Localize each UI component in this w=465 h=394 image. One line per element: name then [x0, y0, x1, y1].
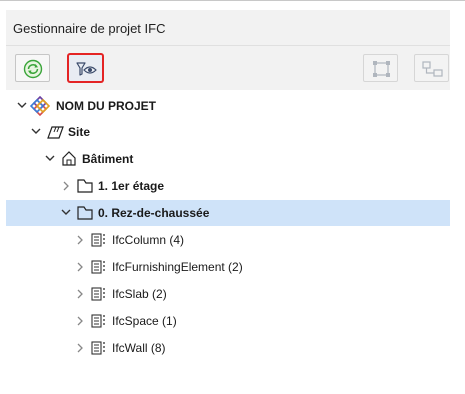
tree-row-floor1[interactable]: 1. 1er étage — [6, 173, 450, 199]
tree-label-floor0: 0. Rez-de-chaussée — [98, 206, 210, 220]
storey-icon — [77, 206, 93, 220]
refresh-icon — [23, 59, 43, 79]
ifc-class-icon — [91, 314, 105, 328]
hierarchy-button[interactable] — [414, 54, 449, 82]
tree-row-item[interactable]: IfcFurnishingElement (2) — [6, 254, 450, 280]
chevron-down-icon[interactable] — [16, 93, 28, 119]
structure-button[interactable] — [363, 54, 398, 82]
toolbar-divider — [6, 45, 450, 46]
top-divider — [0, 0, 465, 1]
refresh-button[interactable] — [15, 54, 50, 82]
tree-label-item: IfcSlab (2) — [112, 287, 167, 301]
tree-row-item[interactable]: IfcSlab (2) — [6, 281, 450, 307]
site-icon — [47, 126, 64, 139]
tree-label-floor1: 1. 1er étage — [98, 179, 165, 193]
chevron-right-icon[interactable] — [74, 308, 86, 334]
tree-label-item: IfcFurnishingElement (2) — [112, 260, 243, 274]
project-tree[interactable]: NOM DU PROJET Site Bâtiment 1. 1er étage — [6, 90, 450, 387]
tree-row-project[interactable]: NOM DU PROJET — [6, 93, 450, 119]
chevron-down-icon[interactable] — [30, 119, 42, 145]
building-icon — [62, 151, 76, 166]
tree-label-building: Bâtiment — [82, 152, 134, 166]
tree-row-item[interactable]: IfcSpace (1) — [6, 308, 450, 334]
ifc-class-icon — [91, 341, 105, 355]
tree-row-site[interactable]: Site — [6, 119, 450, 145]
tree-row-item[interactable]: IfcWall (8) — [6, 335, 450, 361]
ifc-class-icon — [91, 233, 105, 247]
hierarchy-icon — [422, 61, 443, 77]
tree-label-item: IfcSpace (1) — [112, 314, 177, 328]
tree-row-item[interactable]: IfcColumn (4) — [6, 227, 450, 253]
panel-title: Gestionnaire de projet IFC — [13, 21, 166, 36]
project-icon — [30, 95, 50, 117]
tree-label-item: IfcWall (8) — [112, 341, 166, 355]
tree-label-item: IfcColumn (4) — [112, 233, 185, 247]
chevron-right-icon[interactable] — [74, 254, 86, 280]
filter-button[interactable] — [68, 54, 103, 82]
tree-label-project: NOM DU PROJET — [56, 99, 157, 113]
chevron-right-icon[interactable] — [60, 173, 72, 199]
chevron-right-icon[interactable] — [74, 281, 86, 307]
storey-icon — [77, 179, 93, 193]
structure-icon — [373, 61, 390, 77]
tree-label-site: Site — [68, 125, 91, 139]
ifc-class-icon — [91, 260, 105, 274]
tree-row-floor0[interactable]: 0. Rez-de-chaussée — [6, 200, 450, 226]
chevron-down-icon[interactable] — [60, 200, 72, 226]
chevron-right-icon[interactable] — [74, 227, 86, 253]
chevron-right-icon[interactable] — [74, 335, 86, 361]
chevron-down-icon[interactable] — [44, 146, 56, 172]
ifc-class-icon — [91, 287, 105, 301]
filter-eye-icon — [76, 62, 97, 76]
tree-row-building[interactable]: Bâtiment — [6, 146, 450, 172]
